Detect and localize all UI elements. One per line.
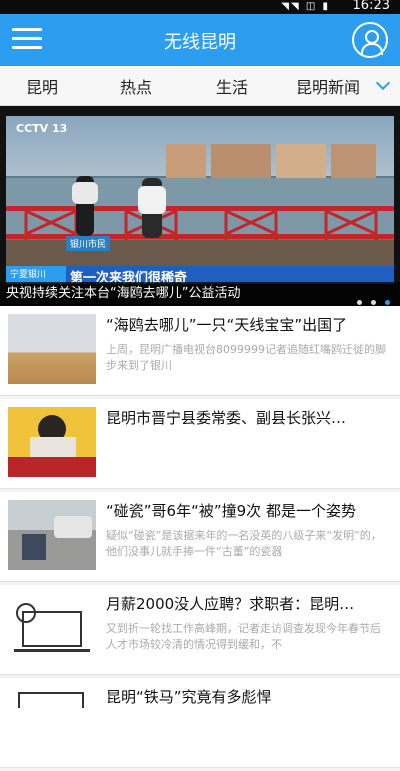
tab-life[interactable]: 生活: [216, 74, 248, 98]
tab-kunming[interactable]: 昆明: [26, 74, 58, 98]
signal-icons: ◥◥ ◫ ▮: [281, 1, 330, 12]
news-thumbnail: [8, 314, 96, 384]
news-summary: 又到折一轮找工作高峰期，记者走访调查发现今年春节后人才市场较冷清的情况得到缓和，…: [106, 622, 381, 651]
news-title: 月薪2000没人应聘？求职者：昆明…: [106, 595, 355, 613]
location-tag: 银川市民: [66, 236, 111, 251]
banner-carousel[interactable]: CCTV 13 银川市民 宁夏银川 第一次来我们很稀奇 央视持续关注本台“海鸥去…: [0, 106, 400, 306]
news-item[interactable]: 月薪2000没人应聘？求职者：昆明… 又到折一轮找工作高峰期，记者走访调查发现今…: [0, 585, 400, 675]
news-summary: 上周，昆明广播电视台8099999记者追随红嘴鸥迁徙的脚步来到了银川: [106, 343, 386, 372]
status-bar: ◥◥ ◫ ▮ 16:23: [0, 0, 400, 14]
chevron-down-icon[interactable]: [375, 75, 391, 91]
app-title: 无线昆明: [164, 32, 236, 53]
news-title: “碰瓷”哥6年“被”撞9次 都是一个姿势: [106, 502, 356, 520]
carousel-indicator: [352, 290, 390, 306]
news-summary: [106, 435, 390, 467]
news-thumbnail: [8, 407, 96, 477]
tab-kunming-news[interactable]: 昆明新闻: [296, 74, 360, 98]
news-item[interactable]: “碰瓷”哥6年“被”撞9次 都是一个姿势 疑似“碰瓷”是该据来年的一名没英的八级…: [0, 492, 400, 582]
tab-hot[interactable]: 热点: [120, 74, 152, 98]
channel-logo: CCTV 13: [16, 122, 68, 135]
news-item[interactable]: 昆明市晋宁县委常委、副县长张兴…: [0, 399, 400, 489]
news-thumbnail: [8, 593, 96, 663]
user-icon[interactable]: [352, 22, 388, 58]
carousel-dot-active: [385, 300, 390, 305]
news-title: 昆明“铁马”究竟有多彪悍: [106, 688, 272, 706]
news-summary: 疑似“碰瓷”是该据来年的一名没英的八级子来“发明”的，他们没事儿就手捧一件“古董…: [106, 529, 382, 558]
carousel-dot: [356, 300, 362, 305]
news-summary: [106, 714, 390, 746]
news-list: “海鸥去哪儿”一只“天线宝宝”出国了 上周，昆明广播电视台8099999记者追随…: [0, 306, 400, 771]
banner-caption[interactable]: 央视持续关注本台“海鸥去哪儿”公益活动: [0, 282, 400, 306]
app-bar: 无线昆明: [0, 14, 400, 66]
news-title: “海鸥去哪儿”一只“天线宝宝”出国了: [106, 316, 348, 334]
category-tabs: 昆明 热点 生活 昆明新闻: [0, 66, 400, 106]
news-thumbnail: [8, 686, 96, 756]
news-title: 昆明市晋宁县委常委、副县长张兴…: [106, 409, 347, 427]
carousel-dot: [370, 300, 376, 305]
banner-image: CCTV 13 银川市民 宁夏银川 第一次来我们很稀奇: [6, 116, 394, 284]
clock: 16:23: [352, 0, 390, 13]
news-thumbnail: [8, 500, 96, 570]
banner-caption-text: 央视持续关注本台“海鸥去哪儿”公益活动: [6, 286, 241, 301]
news-item[interactable]: 昆明“铁马”究竟有多彪悍: [0, 678, 400, 768]
news-item[interactable]: “海鸥去哪儿”一只“天线宝宝”出国了 上周，昆明广播电视台8099999记者追随…: [0, 306, 400, 396]
